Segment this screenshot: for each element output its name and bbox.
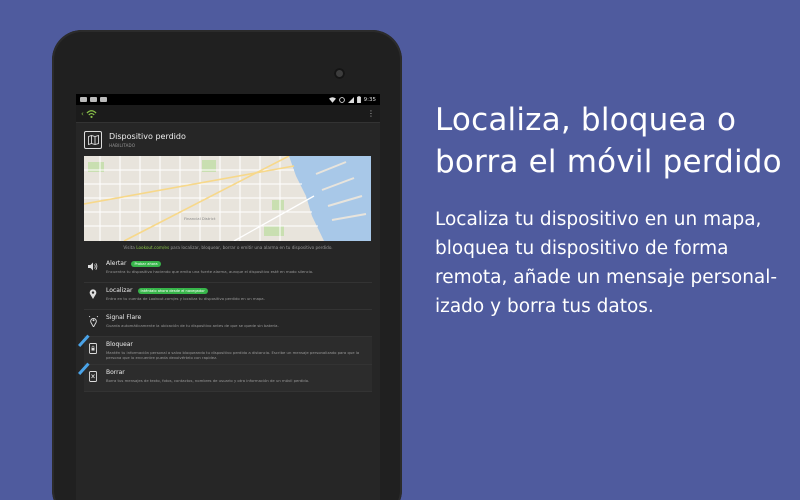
- alarm-icon: [338, 96, 345, 103]
- notification-icon: [100, 97, 107, 102]
- marketing-body: Localiza tu dispositivo en un mapa, bloq…: [435, 205, 785, 321]
- body-line: Localiza tu dispositivo en un mapa,: [435, 209, 762, 230]
- feature-bloquear[interactable]: Bloquear Mantén tu información personal …: [78, 334, 372, 365]
- feature-title: Localizar: [106, 287, 133, 294]
- headline-line: borra el móvil perdido: [435, 144, 782, 180]
- front-camera: [334, 68, 345, 79]
- back-button[interactable]: ‹: [81, 109, 97, 119]
- feature-description: Mantén tu información personal a salvo b…: [106, 350, 360, 360]
- headline-line: Localiza, bloquea o: [435, 102, 737, 138]
- feature-signal-flare[interactable]: Signal Flare Guarda automáticamente la u…: [84, 310, 372, 337]
- map-district-label: Financial District: [184, 216, 216, 221]
- overflow-menu-icon[interactable]: ⋮: [367, 109, 375, 118]
- section-status: HABILITADO: [109, 143, 136, 148]
- map-caption: Visita Lookout.com/es para localizar, bl…: [84, 245, 372, 251]
- feature-title: Borrar: [106, 369, 125, 376]
- status-time: 9:35: [363, 96, 376, 103]
- section-header: Dispositivo perdido HABILITADO: [84, 129, 372, 151]
- feature-description: Encuentra tu dispositivo haciendo que em…: [106, 269, 314, 274]
- signal-icon: [347, 96, 354, 103]
- map-caption-suffix: para localizar, bloquear, borrar o emiti…: [169, 245, 333, 250]
- map-caption-prefix: Visita: [123, 245, 137, 250]
- wifi-icon: [328, 96, 336, 103]
- feature-list: Alertar Probar ahora Encuentra tu dispos…: [78, 256, 372, 392]
- notification-icon: [90, 97, 97, 102]
- body-line: izado y borra tus datos.: [435, 296, 654, 317]
- status-bar: 9:35: [76, 94, 380, 105]
- feature-title: Alertar: [106, 260, 127, 267]
- action-bar: ‹ ⋮: [76, 105, 380, 123]
- feature-description: Guarda automáticamente la ubicación de t…: [106, 323, 279, 328]
- map-icon: [84, 131, 102, 149]
- speaker-icon: [88, 260, 98, 272]
- feature-title: Signal Flare: [106, 314, 142, 321]
- lock-phone-icon: [88, 341, 98, 354]
- feature-alertar[interactable]: Alertar Probar ahora Encuentra tu dispos…: [84, 256, 372, 283]
- body-line: remota, añade un mensaje personal-: [435, 267, 778, 288]
- tablet-frame: 9:35 ‹ ⋮ Dispositivo perdido HABILITADO …: [52, 30, 402, 500]
- back-arrow-icon: ‹: [81, 109, 84, 118]
- lookout-link[interactable]: Lookout.com/es: [136, 245, 169, 250]
- flare-icon: [88, 314, 98, 327]
- lookout-shield-icon: [86, 109, 97, 118]
- feature-description: Borra tus mensajes de texto, fotos, cont…: [106, 378, 310, 383]
- feature-borrar[interactable]: Borrar Borra tus mensajes de texto, foto…: [78, 362, 372, 392]
- notification-icon: [80, 97, 87, 102]
- marketing-headline: Localiza, bloquea o borra el móvil perdi…: [435, 99, 785, 183]
- body-line: bloquea tu dispositivo de forma: [435, 238, 729, 259]
- device-screen: 9:35 ‹ ⋮ Dispositivo perdido HABILITADO …: [76, 94, 380, 500]
- feature-description: Entra en tu cuenta de Lookout.com/es y l…: [106, 296, 265, 301]
- location-map[interactable]: Financial District: [84, 156, 371, 241]
- section-title: Dispositivo perdido: [109, 132, 186, 141]
- try-browser-button[interactable]: Inténtalo ahora desde el navegador: [137, 287, 208, 294]
- feature-title: Bloquear: [106, 341, 133, 348]
- feature-localizar[interactable]: Localizar Inténtalo ahora desde el naveg…: [84, 283, 372, 310]
- wipe-phone-icon: [88, 369, 98, 382]
- battery-icon: [356, 96, 361, 103]
- try-now-button[interactable]: Probar ahora: [131, 260, 161, 267]
- location-pin-icon: [88, 287, 98, 299]
